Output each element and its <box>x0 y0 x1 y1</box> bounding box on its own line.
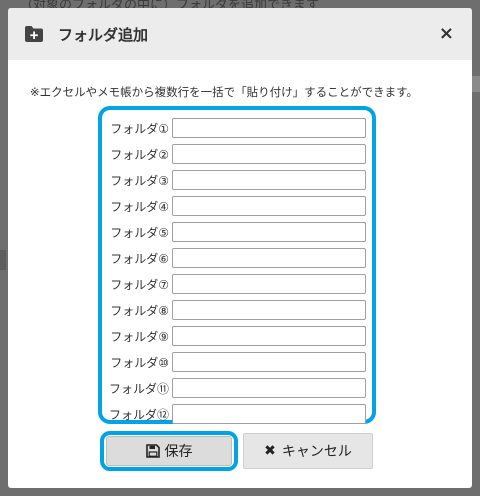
folder-row-7: フォルダ⑦ <box>102 271 372 297</box>
paste-hint-text: ※エクセルやメモ帳から複数行を一括で「貼り付け」することができます。 <box>30 85 418 99</box>
folder-label: フォルダ④ <box>110 199 169 214</box>
save-button-highlight: 保存 <box>100 431 238 471</box>
folder-name-input-12[interactable] <box>172 404 366 424</box>
folder-plus-icon <box>24 24 46 44</box>
folder-name-input-11[interactable] <box>172 378 366 398</box>
folder-row-12: フォルダ⑫ <box>102 401 372 427</box>
background-panel-edge <box>472 76 480 92</box>
folder-row-6: フォルダ⑥ <box>102 245 372 271</box>
folder-row-8: フォルダ⑧ <box>102 297 372 323</box>
folder-name-input-5[interactable] <box>172 222 366 242</box>
cancel-button[interactable]: ✖ キャンセル <box>243 433 373 469</box>
folder-row-9: フォルダ⑨ <box>102 323 372 349</box>
folder-input-list: フォルダ① フォルダ② フォルダ③ フォルダ④ フォルダ⑤ フォルダ⑥ フォルダ… <box>98 106 376 424</box>
folder-name-input-8[interactable] <box>172 300 366 320</box>
dialog-title: フォルダ追加 <box>58 25 149 44</box>
folder-row-5: フォルダ⑤ <box>102 219 372 245</box>
save-button[interactable]: 保存 <box>106 436 232 466</box>
folder-name-input-6[interactable] <box>172 248 366 268</box>
cancel-button-label: キャンセル <box>281 444 352 460</box>
dialog-header: フォルダ追加 × <box>8 8 472 60</box>
folder-name-input-3[interactable] <box>172 170 366 190</box>
folder-name-input-10[interactable] <box>172 352 366 372</box>
folder-label: フォルダ⑩ <box>110 355 169 370</box>
folder-name-input-2[interactable] <box>172 144 366 164</box>
close-icon[interactable]: × <box>439 25 454 43</box>
background-panel-edge-left <box>0 250 6 270</box>
folder-label: フォルダ⑨ <box>110 329 169 344</box>
folder-label: フォルダ② <box>110 147 169 162</box>
folder-label: フォルダ⑤ <box>110 225 169 240</box>
folder-name-input-9[interactable] <box>172 326 366 346</box>
folder-name-input-7[interactable] <box>172 274 366 294</box>
folder-label: フォルダ⑥ <box>110 251 169 266</box>
folder-row-3: フォルダ③ <box>102 167 372 193</box>
folder-label: フォルダ⑦ <box>110 277 169 292</box>
folder-row-10: フォルダ⑩ <box>102 349 372 375</box>
folder-row-2: フォルダ② <box>102 141 372 167</box>
folder-row-1: フォルダ① <box>102 115 372 141</box>
folder-name-input-4[interactable] <box>172 196 366 216</box>
folder-label: フォルダ③ <box>110 173 169 188</box>
save-icon <box>145 444 160 458</box>
folder-label: フォルダ⑧ <box>110 303 169 318</box>
folder-label: フォルダ⑫ <box>108 407 169 422</box>
folder-row-4: フォルダ④ <box>102 193 372 219</box>
folder-label: フォルダ① <box>110 121 169 136</box>
folder-row-11: フォルダ⑪ <box>102 375 372 401</box>
folder-name-input-1[interactable] <box>172 118 366 138</box>
folder-label: フォルダ⑪ <box>108 381 169 396</box>
x-icon: ✖ <box>264 443 276 459</box>
save-button-label: 保存 <box>164 444 193 460</box>
